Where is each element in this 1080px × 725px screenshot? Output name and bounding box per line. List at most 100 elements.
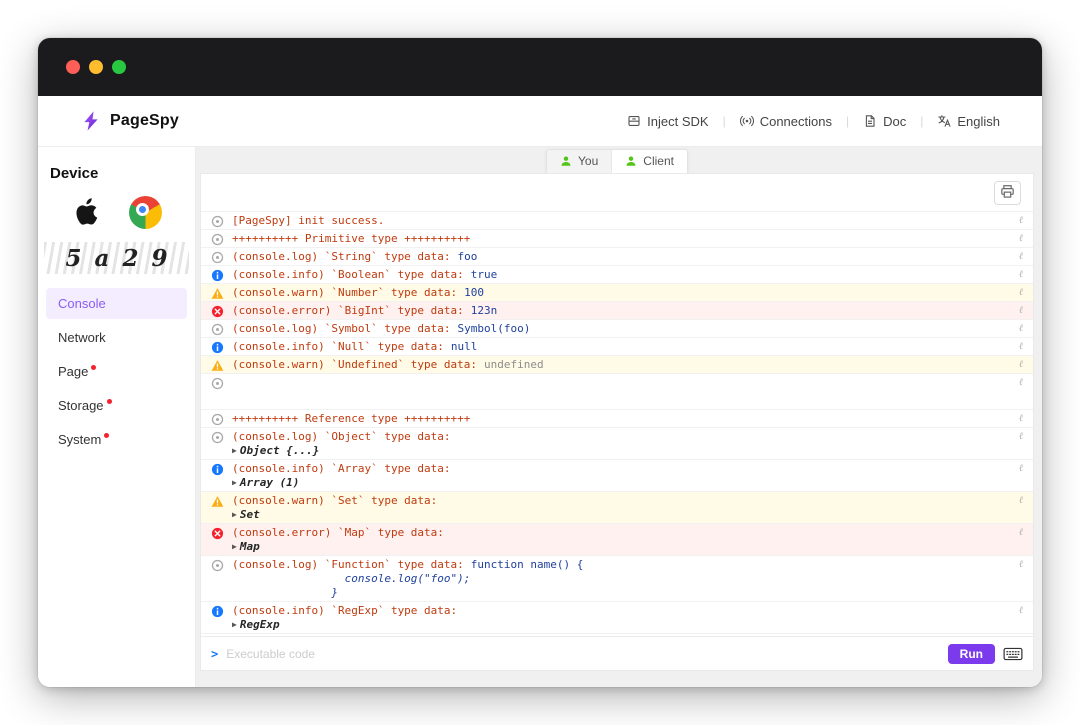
log-value: Symbol(foo) (458, 322, 531, 335)
log-icon (211, 233, 224, 246)
code-input[interactable]: Executable code (226, 647, 939, 661)
log-content: (console.info) `Null` type data:null (232, 340, 1011, 354)
log-line: (console.log) `Function` type data:funct… (232, 558, 1011, 572)
log-expandable[interactable]: ▶Array (1) (232, 476, 1011, 490)
log-expandable[interactable]: ▶Object {...} (232, 444, 1011, 458)
console-toolbar (201, 174, 1033, 212)
log-line: [PageSpy] init success. (232, 214, 1011, 228)
console-log-row: (console.warn) `Set` type data:▶Set ℓ (201, 492, 1033, 524)
room-tabbar: You Client (200, 147, 1034, 173)
console-log-row: (console.log) `String` type data:foo ℓ (201, 248, 1033, 266)
log-source-icon[interactable]: ℓ (1019, 323, 1023, 334)
console-log-row: (console.log) `Object` type data:▶Object… (201, 428, 1033, 460)
sidebar-item-label: Console (58, 296, 106, 311)
log-icon (211, 431, 224, 444)
log-source-icon[interactable]: ℓ (1019, 377, 1023, 388)
log-line: (console.info) `Null` type data:null (232, 340, 1011, 354)
error-icon (211, 527, 224, 540)
maximize-window-button[interactable] (112, 60, 126, 74)
log-icon (211, 559, 224, 572)
log-value: 123n (471, 304, 498, 317)
console-log-row: ++++++++++ Reference type ++++++++++ℓ (201, 410, 1033, 428)
user-icon (625, 155, 637, 167)
tab-you[interactable]: You (547, 150, 611, 173)
sidebar: Device 5a29 ConsoleNetworkPageStorageSys… (38, 147, 196, 687)
nav-item-inject-sdk[interactable]: Inject SDK (627, 114, 708, 129)
tab-label: You (578, 154, 598, 168)
expand-label: Map (240, 540, 260, 553)
tab-client[interactable]: Client (611, 150, 687, 173)
log-content: (console.warn) `Undefined` type data:und… (232, 358, 1011, 372)
device-platform (46, 194, 187, 230)
sidebar-item-label: Network (58, 330, 106, 345)
log-line: (console.info) `Boolean` type data:true (232, 268, 1011, 282)
sidebar-item-system[interactable]: System (46, 424, 187, 455)
log-content: (console.error) `BigInt` type data:123n (232, 304, 1011, 318)
content-area: Device 5a29 ConsoleNetworkPageStorageSys… (38, 147, 1042, 687)
log-text: (console.warn) `Number` type data: (232, 286, 457, 299)
app-header: PageSpy Inject SDK|Connections|Doc|Engli… (38, 96, 1042, 147)
close-window-button[interactable] (66, 60, 80, 74)
sidebar-item-console[interactable]: Console (46, 288, 187, 319)
nav-item-label: English (957, 114, 1000, 129)
log-content: (console.log) `String` type data:foo (232, 250, 1011, 264)
log-value: foo (458, 250, 478, 263)
log-source-icon[interactable]: ℓ (1019, 341, 1023, 352)
log-source-icon[interactable]: ℓ (1019, 463, 1023, 474)
log-source-icon[interactable]: ℓ (1019, 359, 1023, 370)
log-source-icon[interactable]: ℓ (1019, 495, 1023, 506)
sidebar-item-storage[interactable]: Storage (46, 390, 187, 421)
log-text: (console.warn) `Undefined` type data: (232, 358, 477, 371)
error-icon (211, 305, 224, 318)
log-content: (console.warn) `Set` type data:▶Set (232, 494, 1011, 522)
nav-item-connections[interactable]: Connections (740, 114, 832, 129)
log-text: [PageSpy] init success. (232, 214, 384, 227)
log-code-line: } (232, 586, 1011, 600)
nav-item-doc[interactable]: Doc (863, 114, 906, 129)
log-expandable[interactable]: ▶RegExp (232, 618, 1011, 632)
log-text: ++++++++++ Primitive type ++++++++++ (232, 232, 470, 245)
log-source-icon[interactable]: ℓ (1019, 413, 1023, 424)
log-source-icon[interactable]: ℓ (1019, 269, 1023, 280)
log-content: (console.log) `Object` type data:▶Object… (232, 430, 1011, 458)
log-icon (211, 413, 224, 426)
sidebar-item-page[interactable]: Page (46, 356, 187, 387)
log-expandable[interactable]: ▶Set (232, 508, 1011, 522)
print-log-button[interactable] (994, 181, 1021, 205)
translate-icon (937, 114, 951, 128)
nav-item-english[interactable]: English (937, 114, 1000, 129)
log-line: (console.log) `Object` type data: (232, 430, 1011, 444)
log-source-icon[interactable]: ℓ (1019, 233, 1023, 244)
log-source-icon[interactable]: ℓ (1019, 605, 1023, 616)
nav-separator: | (920, 114, 923, 128)
log-source-icon[interactable]: ℓ (1019, 251, 1023, 262)
nav-separator: | (723, 114, 726, 128)
log-source-icon[interactable]: ℓ (1019, 305, 1023, 316)
minimize-window-button[interactable] (89, 60, 103, 74)
log-text: (console.warn) `Set` type data: (232, 494, 437, 507)
log-line: (console.warn) `Undefined` type data:und… (232, 358, 1011, 372)
log-icon (211, 323, 224, 336)
console-log-row: (console.log) `Function` type data:funct… (201, 556, 1033, 602)
warn-icon (211, 495, 224, 508)
log-icon (211, 215, 224, 228)
info-icon (211, 463, 224, 476)
console-log-row: [PageSpy] init success. ℓ (201, 212, 1033, 230)
sidebar-item-network[interactable]: Network (46, 322, 187, 353)
run-button[interactable]: Run (948, 644, 995, 664)
log-source-icon[interactable]: ℓ (1019, 287, 1023, 298)
log-source-icon[interactable]: ℓ (1019, 527, 1023, 538)
log-expandable[interactable]: ▶Map (232, 540, 1011, 554)
log-source-icon[interactable]: ℓ (1019, 559, 1023, 570)
log-line: (console.error) `Map` type data: (232, 526, 1011, 540)
log-source-icon[interactable]: ℓ (1019, 431, 1023, 442)
brand[interactable]: PageSpy (80, 110, 179, 132)
nav-item-label: Doc (883, 114, 906, 129)
keyboard-icon[interactable] (1003, 647, 1023, 661)
log-text: (console.log) `Object` type data: (232, 430, 451, 443)
info-icon (211, 269, 224, 282)
log-source-icon[interactable]: ℓ (1019, 215, 1023, 226)
expand-label: Array (1) (240, 476, 300, 489)
console-log-row: (console.log) `Symbol` type data:Symbol(… (201, 320, 1033, 338)
log-content: (console.error) `Map` type data:▶Map (232, 526, 1011, 554)
